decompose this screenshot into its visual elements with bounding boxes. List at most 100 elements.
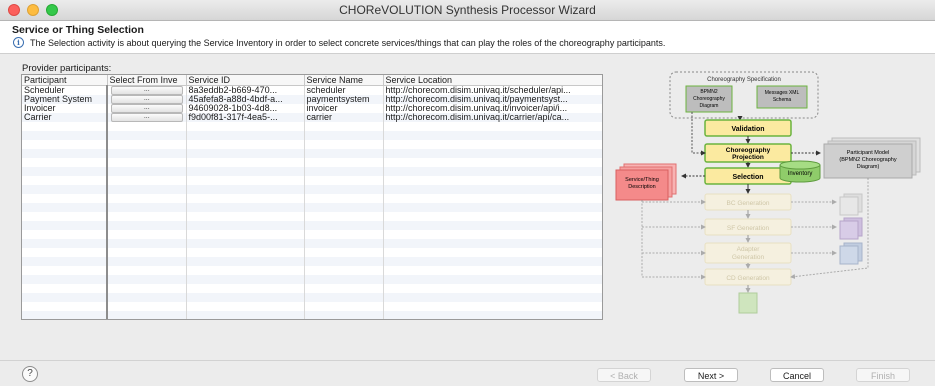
cell-service-id: f9d00f81-317f-4ea5-... <box>186 113 305 122</box>
empty-cell <box>107 275 187 284</box>
cell-service-location: http://chorecom.disim.univaq.it/payments… <box>383 95 602 104</box>
xml-label-1: Messages XML <box>765 90 800 96</box>
empty-table-row <box>22 230 602 239</box>
empty-cell <box>186 194 305 203</box>
empty-cell <box>186 311 305 319</box>
cell-participant: Payment System <box>22 95 108 104</box>
cancel-button[interactable]: Cancel <box>770 368 824 382</box>
empty-cell <box>186 248 305 257</box>
empty-cell <box>304 248 384 257</box>
empty-table-row <box>22 257 602 266</box>
back-button[interactable]: < Back <box>597 368 651 382</box>
sf-generation-label: SF Generation <box>727 225 770 232</box>
empty-table-row <box>22 302 602 311</box>
empty-cell <box>186 212 305 221</box>
cell-service-name: invoicer <box>304 104 384 113</box>
empty-cell <box>304 221 384 230</box>
select-from-inventory-button[interactable]: ... <box>110 95 183 104</box>
service-desc-label-2: Description <box>628 184 656 190</box>
empty-cell <box>107 248 187 257</box>
table-row[interactable]: Scheduler ... 8a3eddb2-b669-470... sched… <box>22 85 602 95</box>
empty-cell <box>304 158 384 167</box>
cd-generation-label: CD Generation <box>726 275 770 282</box>
empty-cell <box>22 257 108 266</box>
cell-service-location: http://chorecom.disim.univaq.it/schedule… <box>383 85 602 95</box>
empty-cell <box>107 257 187 266</box>
inventory-label: Inventory <box>788 171 813 177</box>
empty-cell <box>22 230 108 239</box>
empty-cell <box>383 248 602 257</box>
column-header-service-location[interactable]: Service Location <box>383 75 602 86</box>
empty-cell <box>383 311 602 319</box>
cell-select: ... <box>107 95 187 104</box>
empty-cell <box>304 140 384 149</box>
info-icon: i <box>13 37 24 48</box>
empty-cell <box>186 293 305 302</box>
help-icon[interactable]: ? <box>22 366 38 382</box>
empty-table-row <box>22 275 602 284</box>
bpmn-label-1: BPMN2 <box>700 89 717 95</box>
empty-table-row <box>22 212 602 221</box>
empty-cell <box>304 149 384 158</box>
empty-table-row <box>22 248 602 257</box>
wizard-header: Service or Thing Selection i The Selecti… <box>0 21 935 54</box>
column-header-participant[interactable]: Participant <box>22 75 108 86</box>
empty-table-row <box>22 158 602 167</box>
empty-cell <box>107 239 187 248</box>
cell-select: ... <box>107 104 187 113</box>
table-row[interactable]: Payment System ... 45afefa8-a88d-4bdf-a.… <box>22 95 602 104</box>
empty-cell <box>22 140 108 149</box>
empty-table-row <box>22 293 602 302</box>
empty-cell <box>22 239 108 248</box>
empty-cell <box>107 122 187 131</box>
table-row[interactable]: Carrier ... f9d00f81-317f-4ea5-... carri… <box>22 113 602 122</box>
participants-table[interactable]: Participant Select From Inve Service ID … <box>21 74 603 320</box>
select-from-inventory-button[interactable]: ... <box>110 104 183 113</box>
column-header-service-id[interactable]: Service ID <box>186 75 305 86</box>
cell-service-name: paymentsystem <box>304 95 384 104</box>
empty-cell <box>186 230 305 239</box>
cell-service-name: carrier <box>304 113 384 122</box>
empty-table-row <box>22 149 602 158</box>
empty-cell <box>107 221 187 230</box>
empty-cell <box>383 221 602 230</box>
empty-table-row <box>22 122 602 131</box>
empty-cell <box>186 257 305 266</box>
empty-cell <box>186 203 305 212</box>
next-button[interactable]: Next > <box>684 368 738 382</box>
cell-participant: Carrier <box>22 113 108 122</box>
cell-service-id: 94609028-1b03-4d8... <box>186 104 305 113</box>
empty-cell <box>186 275 305 284</box>
projection-label-2: Projection <box>732 154 764 161</box>
empty-cell <box>107 167 187 176</box>
cell-participant: Scheduler <box>22 85 108 95</box>
select-from-inventory-button[interactable]: ... <box>110 86 183 95</box>
participant-model-label-1: Participant Model <box>847 150 890 156</box>
cell-service-location: http://chorecom.disim.univaq.it/invoicer… <box>383 104 602 113</box>
empty-cell <box>22 185 108 194</box>
empty-cell <box>22 284 108 293</box>
empty-cell <box>186 131 305 140</box>
empty-cell <box>107 176 187 185</box>
column-header-select[interactable]: Select From Inve <box>107 75 187 86</box>
empty-cell <box>22 302 108 311</box>
page-title: Service or Thing Selection <box>12 24 144 36</box>
table-row[interactable]: Invoicer ... 94609028-1b03-4d8... invoic… <box>22 104 602 113</box>
finish-button[interactable]: Finish <box>856 368 910 382</box>
empty-cell <box>304 203 384 212</box>
window-title: CHOReVOLUTION Synthesis Processor Wizard <box>339 3 596 17</box>
empty-cell <box>186 149 305 158</box>
empty-cell <box>186 266 305 275</box>
empty-cell <box>304 275 384 284</box>
spec-title: Choreography Specification <box>707 77 781 83</box>
cell-service-name: scheduler <box>304 85 384 95</box>
select-from-inventory-button[interactable]: ... <box>110 113 183 122</box>
empty-cell <box>107 302 187 311</box>
empty-cell <box>304 176 384 185</box>
empty-cell <box>383 239 602 248</box>
empty-cell <box>22 122 108 131</box>
column-header-service-name[interactable]: Service Name <box>304 75 384 86</box>
empty-cell <box>22 149 108 158</box>
cell-service-location: http://chorecom.disim.univaq.it/carrier/… <box>383 113 602 122</box>
empty-cell <box>107 149 187 158</box>
